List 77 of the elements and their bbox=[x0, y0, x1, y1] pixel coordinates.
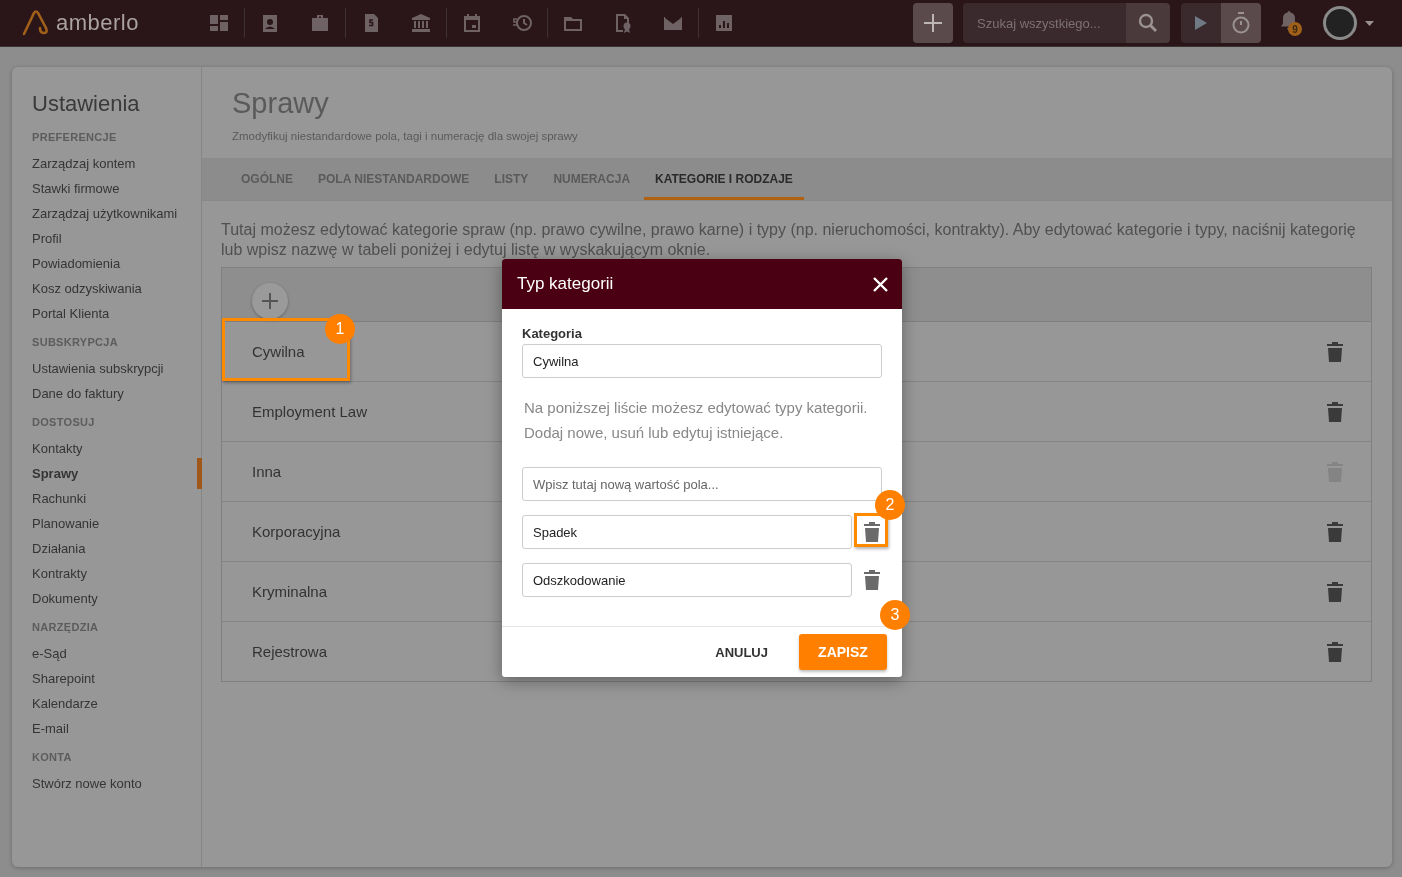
briefcase-icon[interactable] bbox=[310, 13, 330, 33]
category-field[interactable]: Cywilna bbox=[522, 344, 882, 378]
play-button[interactable] bbox=[1181, 3, 1221, 43]
sidebar-item[interactable]: Kontakty bbox=[32, 436, 201, 461]
add-category-button[interactable] bbox=[252, 283, 288, 319]
category-name[interactable]: Employment Law bbox=[252, 403, 368, 420]
description-text: Tutaj możesz edytować kategorie spraw (np. prawo cywilne, prawo karne) i typy (np. nieruchomości, kontrakty). Aby edytować kategorie i typy, naciśnij kategorię lub wpisz nazwę w tabeli poniżej i edytuj listę w wyskakującym oknie. bbox=[221, 220, 1357, 260]
sidebar-item[interactable]: Zarządzaj użytkownikami bbox=[32, 201, 201, 226]
caret-icon[interactable] bbox=[1365, 20, 1374, 26]
sidebar-item[interactable]: E-mail bbox=[32, 716, 201, 741]
cancel-button[interactable]: ANULUJ bbox=[715, 644, 768, 660]
document-seal-icon[interactable] bbox=[613, 13, 633, 33]
sidebar-item[interactable]: Profil bbox=[32, 226, 201, 251]
trash-icon[interactable] bbox=[1327, 581, 1343, 602]
trash-icon[interactable] bbox=[1327, 401, 1343, 422]
category-name[interactable]: Rejestrowa bbox=[252, 643, 328, 660]
timer-button[interactable] bbox=[1221, 3, 1261, 43]
sidebar-item[interactable]: Stwórz nowe konto bbox=[32, 771, 201, 796]
contact-card-icon[interactable] bbox=[260, 13, 280, 33]
user-avatar[interactable] bbox=[1323, 6, 1357, 40]
dashboard-icon[interactable] bbox=[209, 13, 229, 33]
sidebar-item[interactable]: Rachunki bbox=[32, 486, 201, 511]
category-name[interactable]: Cywilna bbox=[252, 343, 305, 360]
category-name[interactable]: Inna bbox=[252, 463, 282, 480]
section-heading: PREFERENCJE bbox=[32, 131, 118, 143]
category-name[interactable]: Korporacyjna bbox=[252, 523, 341, 540]
hint-text: Na poniższej liście możesz edytować typy kategorii. Dodaj nowe, usuń lub edytuj istniejące. bbox=[524, 398, 869, 443]
search-field[interactable]: Szukaj wszystkiego... bbox=[963, 3, 1126, 43]
page-title: Sprawy bbox=[232, 87, 330, 120]
sidebar-item[interactable]: Planowanie bbox=[32, 511, 201, 536]
plus-icon bbox=[262, 293, 278, 309]
sidebar-item[interactable]: Stawki firmowe bbox=[32, 176, 201, 201]
sidebar-item[interactable]: Portal Klienta bbox=[32, 301, 201, 326]
search-icon bbox=[1138, 13, 1158, 33]
calendar-icon[interactable] bbox=[462, 13, 482, 33]
plus-icon bbox=[924, 14, 942, 32]
stopwatch-icon bbox=[1231, 12, 1251, 34]
section-heading: SUBSKRYPCJA bbox=[32, 336, 120, 348]
add-button[interactable] bbox=[913, 3, 953, 43]
sidebar-item[interactable]: Kalendarze bbox=[32, 691, 201, 716]
play-icon bbox=[1195, 16, 1207, 30]
close-icon bbox=[873, 276, 888, 292]
new-value-field[interactable]: Wpisz tutaj nową wartość pola... bbox=[522, 467, 882, 501]
trash-icon[interactable] bbox=[1327, 641, 1343, 662]
close-button[interactable] bbox=[873, 276, 888, 292]
sidebar-item[interactable]: Dane do faktury bbox=[32, 381, 201, 406]
sidebar-item[interactable]: Działania bbox=[32, 536, 201, 561]
dialog-title: Typ kategorii bbox=[517, 274, 615, 294]
sidebar-item[interactable]: Sprawy bbox=[32, 461, 201, 486]
bar-chart-icon[interactable] bbox=[714, 13, 734, 33]
sidebar-title: Ustawienia bbox=[32, 91, 141, 117]
bank-icon[interactable] bbox=[411, 13, 431, 33]
app-logo[interactable]: amberlo bbox=[56, 10, 139, 36]
tab[interactable]: KATEGORIE I RODZAJE bbox=[644, 158, 804, 200]
sidebar-item[interactable]: Kontrakty bbox=[32, 561, 201, 586]
section-heading: KONTA bbox=[32, 751, 73, 763]
sidebar-item[interactable]: Ustawienia subskrypcji bbox=[32, 356, 201, 381]
sidebar-item[interactable]: Sharepoint bbox=[32, 666, 201, 691]
sidebar-item[interactable]: Zarządzaj kontem bbox=[32, 151, 201, 176]
sidebar-item[interactable]: Kosz odzyskiwania bbox=[32, 276, 201, 301]
section-heading: DOSTOSUJ bbox=[32, 416, 96, 428]
sidebar-item[interactable]: Powiadomienia bbox=[32, 251, 201, 276]
sidebar-item[interactable]: Dokumenty bbox=[32, 586, 201, 611]
save-button[interactable]: ZAPISZ bbox=[799, 634, 887, 670]
clock-dollar-icon[interactable] bbox=[512, 13, 532, 33]
type-field[interactable]: Spadek bbox=[522, 515, 852, 549]
field-label: Kategoria bbox=[522, 326, 583, 341]
type-field[interactable]: Odszkodowanie bbox=[522, 563, 852, 597]
sidebar-item[interactable]: e-Sąd bbox=[32, 641, 201, 666]
trash-icon[interactable] bbox=[1327, 341, 1343, 362]
category-name[interactable]: Kryminalna bbox=[252, 583, 328, 600]
trash-icon[interactable] bbox=[864, 522, 880, 542]
section-heading: NARZĘDZIA bbox=[32, 621, 100, 633]
search-button[interactable] bbox=[1126, 3, 1170, 43]
trash-icon[interactable] bbox=[864, 570, 880, 590]
notification-badge: 9 bbox=[1288, 22, 1302, 36]
trash-icon[interactable] bbox=[1327, 521, 1343, 542]
